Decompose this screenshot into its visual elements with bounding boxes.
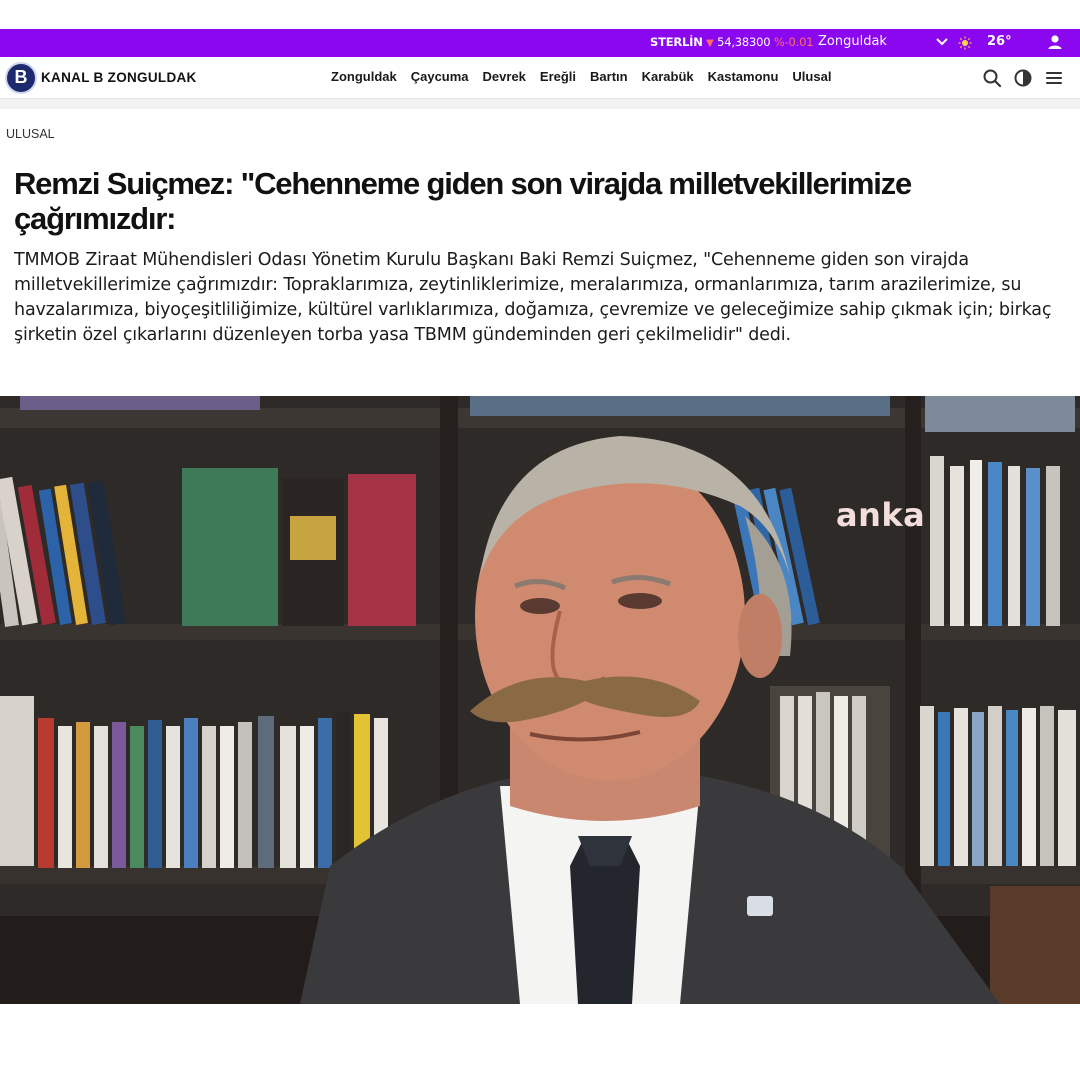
chevron-down-icon[interactable]	[935, 35, 949, 49]
main-nav: Zonguldak Çaycuma Devrek Ereğli Bartın K…	[331, 69, 831, 84]
user-icon[interactable]	[1046, 33, 1064, 51]
temperature: 26°	[987, 34, 1012, 49]
photo-watermark: anka	[836, 496, 926, 534]
article-photo: anka	[0, 396, 1080, 1004]
site-logo[interactable]: B	[5, 62, 37, 94]
sun-icon	[958, 36, 972, 50]
logo-letter: B	[14, 67, 28, 87]
nav-item-zonguldak[interactable]: Zonguldak	[331, 69, 397, 84]
menu-icon[interactable]	[1044, 68, 1064, 88]
article-category[interactable]: ULUSAL	[6, 127, 55, 141]
nav-item-kastamonu[interactable]: Kastamonu	[708, 69, 779, 84]
theme-toggle-icon[interactable]	[1013, 68, 1033, 88]
ticker-bar: STERLİN ▼ 54,38300 %-0.01 Zonguldak 26°	[0, 29, 1080, 57]
article-title: Remzi Suiçmez: "Cehenneme giden son vira…	[14, 166, 912, 236]
navbar: B KANAL B ZONGULDAK Zonguldak Çaycuma De…	[0, 57, 1080, 99]
nav-item-eregli[interactable]: Ereğli	[540, 69, 576, 84]
nav-item-ulusal[interactable]: Ulusal	[792, 69, 831, 84]
nav-item-devrek[interactable]: Devrek	[483, 69, 526, 84]
nav-shadow-band	[0, 99, 1080, 109]
page: STERLİN ▼ 54,38300 %-0.01 Zonguldak 26°	[0, 0, 1080, 1080]
currency-change: %-0.01	[773, 35, 814, 49]
city-selector[interactable]: Zonguldak	[818, 34, 887, 49]
down-arrow-icon: ▼	[706, 38, 714, 49]
nav-item-caycuma[interactable]: Çaycuma	[411, 69, 469, 84]
top-strip	[0, 0, 1080, 29]
article-summary: TMMOB Ziraat Mühendisleri Odası Yönetim …	[14, 250, 1052, 345]
search-icon[interactable]	[982, 68, 1002, 88]
currency-value: 54,38300	[717, 35, 771, 49]
brand-name[interactable]: KANAL B ZONGULDAK	[41, 70, 197, 85]
nav-item-karabuk[interactable]: Karabük	[642, 69, 694, 84]
currency-name: STERLİN	[650, 35, 703, 49]
photo-illustration	[0, 396, 1080, 1004]
nav-item-bartin[interactable]: Bartın	[590, 69, 628, 84]
currency-ticker[interactable]: STERLİN ▼ 54,38300 %-0.01	[650, 35, 814, 49]
